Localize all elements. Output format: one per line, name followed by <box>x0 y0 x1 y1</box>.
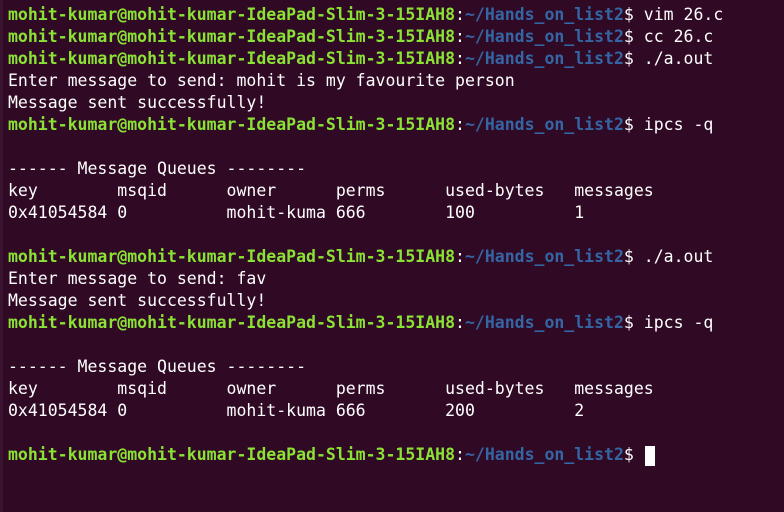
prompt-separator: : <box>455 27 465 46</box>
prompt-symbol: $ <box>623 27 644 46</box>
window-edge <box>0 0 3 512</box>
output-line: ------ Message Queues -------- <box>8 356 784 378</box>
prompt-user-host: mohit-kumar@mohit-kumar-IdeaPad-Slim-3-1… <box>8 5 456 24</box>
prompt-line: mohit-kumar@mohit-kumar-IdeaPad-Slim-3-1… <box>8 114 784 136</box>
prompt-line: mohit-kumar@mohit-kumar-IdeaPad-Slim-3-1… <box>8 312 784 334</box>
prompt-symbol: $ <box>623 49 644 68</box>
prompt-path: ~/Hands_on_list2 <box>464 27 624 46</box>
output-line: Enter message to send: mohit is my favou… <box>8 70 784 92</box>
output-text: 0x41054584 0 mohit-kuma 666 200 2 <box>8 401 585 420</box>
output-text: Message sent successfully! <box>8 93 267 112</box>
prompt-line: mohit-kumar@mohit-kumar-IdeaPad-Slim-3-1… <box>8 26 784 48</box>
output-line: key msqid owner perms used-bytes message… <box>8 378 784 400</box>
prompt-line: mohit-kumar@mohit-kumar-IdeaPad-Slim-3-1… <box>8 444 784 466</box>
prompt-path: ~/Hands_on_list2 <box>464 49 624 68</box>
command-text: ./a.out <box>643 49 714 68</box>
output-text: Enter message to send: fav <box>8 269 267 288</box>
prompt-user-host: mohit-kumar@mohit-kumar-IdeaPad-Slim-3-1… <box>8 115 456 134</box>
prompt-separator: : <box>455 49 465 68</box>
output-line: key msqid owner perms used-bytes message… <box>8 180 784 202</box>
output-line: 0x41054584 0 mohit-kuma 666 200 2 <box>8 400 784 422</box>
prompt-separator: : <box>455 115 465 134</box>
prompt-user-host: mohit-kumar@mohit-kumar-IdeaPad-Slim-3-1… <box>8 445 456 464</box>
output-text: key msqid owner perms used-bytes message… <box>8 181 654 200</box>
output-text: key msqid owner perms used-bytes message… <box>8 379 654 398</box>
prompt-symbol: $ <box>623 115 644 134</box>
command-text: cc 26.c <box>643 27 714 46</box>
output-text: 0x41054584 0 mohit-kuma 666 100 1 <box>8 203 585 222</box>
prompt-user-host: mohit-kumar@mohit-kumar-IdeaPad-Slim-3-1… <box>8 49 456 68</box>
output-text: Message sent successfully! <box>8 291 267 310</box>
prompt-path: ~/Hands_on_list2 <box>464 115 624 134</box>
terminal-output: mohit-kumar@mohit-kumar-IdeaPad-Slim-3-1… <box>8 4 784 466</box>
command-text: ipcs -q <box>643 115 714 134</box>
output-text: ------ Message Queues -------- <box>8 357 307 376</box>
prompt-path: ~/Hands_on_list2 <box>464 313 624 332</box>
prompt-path: ~/Hands_on_list2 <box>464 445 624 464</box>
prompt-separator: : <box>455 313 465 332</box>
prompt-symbol: $ <box>623 247 644 266</box>
prompt-separator: : <box>455 247 465 266</box>
prompt-user-host: mohit-kumar@mohit-kumar-IdeaPad-Slim-3-1… <box>8 27 456 46</box>
output-line: Enter message to send: fav <box>8 268 784 290</box>
prompt-line: mohit-kumar@mohit-kumar-IdeaPad-Slim-3-1… <box>8 246 784 268</box>
output-line: 0x41054584 0 mohit-kuma 666 100 1 <box>8 202 784 224</box>
prompt-separator: : <box>455 445 465 464</box>
prompt-symbol: $ <box>623 445 644 464</box>
terminal-cursor[interactable] <box>644 445 655 466</box>
prompt-user-host: mohit-kumar@mohit-kumar-IdeaPad-Slim-3-1… <box>8 313 456 332</box>
output-text: Enter message to send: mohit is my favou… <box>8 71 515 90</box>
prompt-symbol: $ <box>623 5 644 24</box>
prompt-line: mohit-kumar@mohit-kumar-IdeaPad-Slim-3-1… <box>8 48 784 70</box>
prompt-path: ~/Hands_on_list2 <box>464 247 624 266</box>
prompt-user-host: mohit-kumar@mohit-kumar-IdeaPad-Slim-3-1… <box>8 247 456 266</box>
prompt-separator: : <box>455 5 465 24</box>
output-line: ------ Message Queues -------- <box>8 158 784 180</box>
output-line: Message sent successfully! <box>8 92 784 114</box>
prompt-path: ~/Hands_on_list2 <box>464 5 624 24</box>
output-text: ------ Message Queues -------- <box>8 159 307 178</box>
prompt-line: mohit-kumar@mohit-kumar-IdeaPad-Slim-3-1… <box>8 4 784 26</box>
output-line: Message sent successfully! <box>8 290 784 312</box>
command-text: ipcs -q <box>643 313 714 332</box>
prompt-symbol: $ <box>623 313 644 332</box>
terminal-window[interactable]: mohit-kumar@mohit-kumar-IdeaPad-Slim-3-1… <box>0 0 784 512</box>
command-text: vim 26.c <box>643 5 724 24</box>
command-text: ./a.out <box>643 247 714 266</box>
